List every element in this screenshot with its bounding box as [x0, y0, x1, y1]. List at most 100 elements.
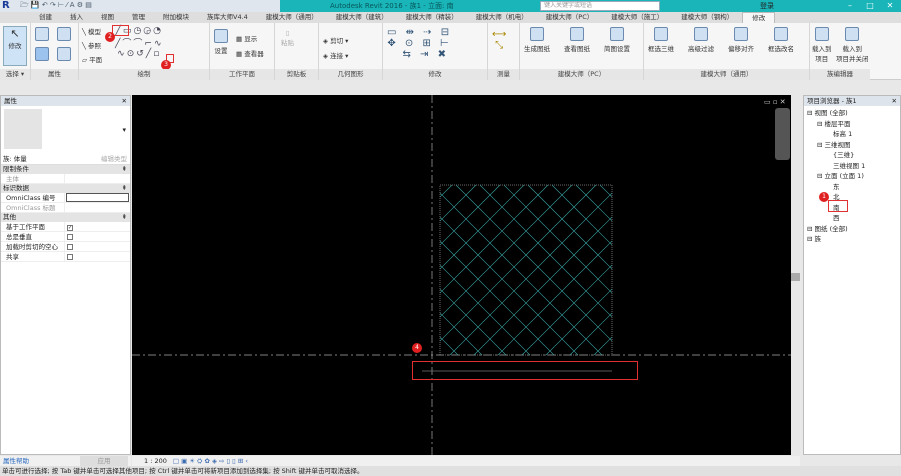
view-control-bar: 1 : 200 □ ▣ ☀ ⛭ ✿ ◈ ⇨ ▯ ▯ ⊞ ‹	[132, 456, 800, 466]
type-properties-icon[interactable]	[57, 27, 71, 41]
section-identity[interactable]: 标识数据 ⇞	[1, 184, 130, 193]
workplane-show-button[interactable]: ▦ 显示	[236, 33, 257, 43]
browser-tree-item[interactable]: ⊟ 三维视图	[807, 140, 897, 151]
paste-button[interactable]: ▯ 粘贴	[281, 29, 294, 47]
apply-button[interactable]: 应用	[80, 456, 128, 466]
ref-line-button[interactable]: ╲ 参照	[82, 40, 101, 50]
work-plane-checkbox[interactable]: ✓	[67, 225, 73, 231]
minimize-button[interactable]: –	[840, 0, 860, 12]
expand-icon[interactable]: ⊟	[817, 120, 825, 128]
prop-row[interactable]: 加载时剪切的空心	[1, 242, 130, 252]
cut-button[interactable]: ◈ 剪切 ▾	[323, 35, 348, 45]
box-rename-button[interactable]: 框选改名	[768, 27, 794, 53]
browser-tree-item[interactable]: ⊟ 立面 (立面 1)	[807, 171, 897, 182]
advanced-filter-button[interactable]: 高级过滤	[688, 27, 714, 53]
workplane-viewer-button[interactable]: ▦ 查看器	[236, 48, 264, 58]
navigation-bar[interactable]	[775, 108, 790, 160]
browser-tree-item[interactable]: ⊟ 楼层平面	[807, 119, 897, 130]
section-other[interactable]: 其他 ⇞	[1, 213, 130, 222]
section-constraints[interactable]: 限制条件 ⇞	[1, 165, 130, 174]
sketch-settings-button[interactable]: 简图设置	[604, 27, 630, 53]
panel-select-label[interactable]: 选择 ▾	[0, 69, 30, 80]
browser-tree-item[interactable]: 南	[807, 203, 897, 214]
generate-drawing-button[interactable]: 生成图纸	[524, 27, 550, 53]
browser-tree-item[interactable]: {三维}	[807, 150, 897, 161]
panel-bim-pc: 生成图纸 查看图纸 简图设置 建模大师（PC）	[520, 23, 644, 80]
browser-tree-item[interactable]: 三维视图 1	[807, 161, 897, 172]
maximize-button[interactable]: □	[860, 0, 880, 12]
prop-row[interactable]: 主体	[1, 174, 130, 184]
close-icon[interactable]: ✕	[892, 96, 897, 106]
quick-access-toolbar[interactable]: R 🗁 💾 ↶ ↷ ⊢ ⁄ A ⚙ ▤	[0, 0, 280, 12]
tab-bim-general[interactable]: 建模大师（通用）	[257, 12, 327, 23]
tab-bim-mep[interactable]: 建模大师（机电）	[467, 12, 537, 23]
expand-icon[interactable]: ⊟	[807, 235, 815, 243]
shared-checkbox[interactable]	[67, 254, 73, 260]
drawing-canvas[interactable]: 4 ▭ ▫ ✕	[132, 95, 800, 455]
browser-tree-item[interactable]: 标高 1	[807, 129, 897, 140]
family-type-select[interactable]: 族: 体量	[1, 154, 101, 164]
browser-tree-item[interactable]: ⊟ 视图 (全部)	[807, 108, 897, 119]
prop-row[interactable]: 总是垂直	[1, 232, 130, 242]
tab-insert[interactable]: 插入	[61, 12, 92, 23]
tab-bim-arch[interactable]: 建模大师（建筑）	[327, 12, 397, 23]
search-input[interactable]: 键入关键字或短语	[540, 1, 660, 11]
type-selector[interactable]: ▾	[1, 106, 130, 154]
prop-row[interactable]: 共享	[1, 252, 130, 262]
load-and-close-button[interactable]: 载入到 项目并关闭	[836, 27, 869, 63]
properties-help-link[interactable]: 属性帮助	[3, 456, 29, 466]
workplane-set-button[interactable]: 设置	[214, 29, 228, 55]
tab-bim-decor[interactable]: 建模大师（精装）	[397, 12, 467, 23]
browser-tree-item[interactable]: ⊟ 族	[807, 234, 897, 245]
close-icon[interactable]: ✕	[122, 96, 127, 106]
prop-row[interactable]: OmniClass 编号	[1, 193, 130, 203]
tab-bim-steel[interactable]: 建模大师（钢构）	[672, 12, 742, 23]
expand-icon[interactable]: ⊟	[817, 172, 825, 180]
tab-bim-construction[interactable]: 建模大师（施工）	[602, 12, 672, 23]
login-button[interactable]: 登录	[760, 1, 774, 11]
edit-type-button[interactable]: 编辑类型	[101, 154, 130, 164]
load-into-project-button[interactable]: 载入到 项目	[812, 27, 832, 63]
quick-tools-icon[interactable]: 🗁 💾 ↶ ↷ ⊢ ⁄ A ⚙ ▤	[20, 1, 92, 12]
omniclass-number-input[interactable]	[66, 193, 129, 202]
join-button[interactable]: ◈ 连接 ▾	[323, 50, 348, 60]
box-3d-button[interactable]: 框选三维	[648, 27, 674, 53]
measure-icon[interactable]: ⟷ ⤡	[492, 29, 506, 51]
tab-family-lib[interactable]: 族库大师V4.4	[198, 12, 257, 23]
browser-tree-item[interactable]: 东	[807, 182, 897, 193]
tab-manage[interactable]: 管理	[123, 12, 154, 23]
prop-row[interactable]: 基于工作平面 ✓	[1, 222, 130, 232]
tab-create[interactable]: 创建	[30, 12, 61, 23]
expand-icon[interactable]: ⊟	[807, 225, 815, 233]
always-vertical-checkbox[interactable]	[67, 234, 73, 240]
vertical-scrollbar[interactable]	[791, 95, 800, 455]
family-category-icon[interactable]	[57, 47, 71, 61]
browser-tree-item[interactable]: ⊟ 图纸 (全部)	[807, 224, 897, 235]
offset-align-button[interactable]: 偏移对齐	[728, 27, 754, 53]
cut-void-checkbox[interactable]	[67, 244, 73, 250]
tab-bim-pc[interactable]: 建模大师（PC）	[537, 12, 602, 23]
browser-tree-item[interactable]: 西	[807, 213, 897, 224]
tab-addins[interactable]: 附加模块	[154, 12, 198, 23]
modify-button[interactable]: ↖ 修改	[3, 26, 27, 66]
view-window-controls[interactable]: ▭ ▫ ✕	[764, 98, 786, 106]
view-control-icons[interactable]: □ ▣ ☀ ⛭ ✿ ◈ ⇨ ▯ ▯ ⊞ ‹	[173, 456, 248, 466]
ref-plane-button[interactable]: ▱ 平面	[82, 54, 102, 64]
model-line-button[interactable]: ╲ 模型	[82, 26, 101, 36]
close-button[interactable]: ✕	[880, 0, 900, 12]
family-types-icon[interactable]	[35, 47, 49, 61]
tab-modify[interactable]: 修改	[742, 12, 776, 23]
modify-tools-icons[interactable]: ▭ ⇹ ⇢ ⊟ ✥ ⊙ ⊞ ⊢ ⇆ ⇥ ✖	[387, 27, 452, 60]
chevron-down-icon[interactable]: ▾	[122, 126, 126, 134]
expand-icon[interactable]: ⊟	[817, 141, 825, 149]
properties-panel: 属性 ✕ ▾ 族: 体量 编辑类型 限制条件 ⇞ 主体 标识数据 ⇞ OmniClas…	[0, 95, 131, 455]
expand-icon[interactable]: ⊟	[807, 109, 815, 117]
properties-icon[interactable]	[35, 27, 49, 41]
panel-general-label: 建模大师（通用）	[644, 69, 809, 80]
view-drawing-button[interactable]: 查看图纸	[564, 27, 590, 53]
tab-view[interactable]: 视图	[92, 12, 123, 23]
panel-modify: ▭ ⇹ ⇢ ⊟ ✥ ⊙ ⊞ ⊢ ⇆ ⇥ ✖ 修改	[383, 23, 488, 80]
scale-selector[interactable]: 1 : 200	[144, 456, 167, 466]
prop-row[interactable]: OmniClass 标题	[1, 203, 130, 213]
revit-logo-icon[interactable]: R	[2, 0, 10, 12]
